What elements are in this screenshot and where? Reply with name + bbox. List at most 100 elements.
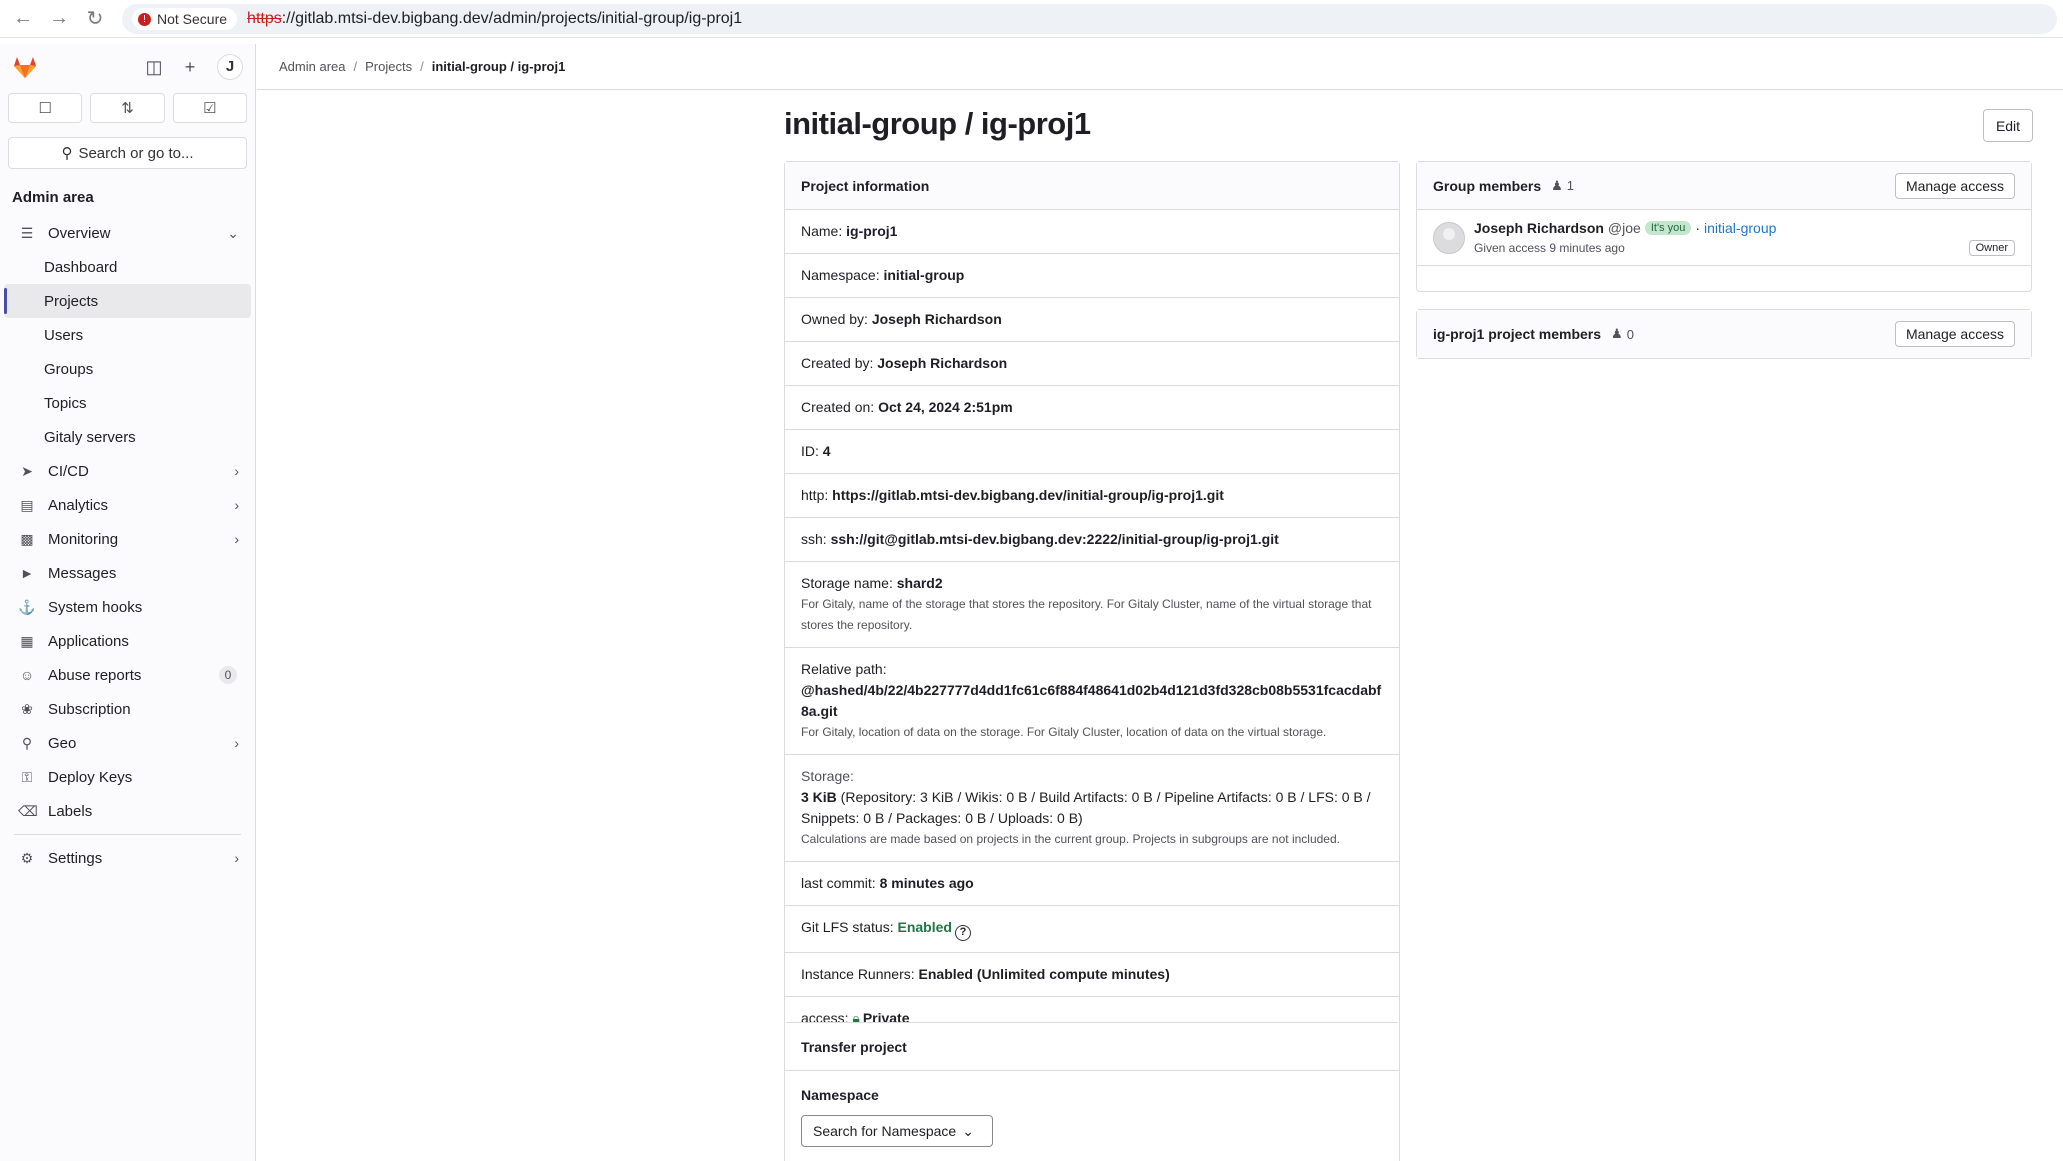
manage-access-button[interactable]: Manage access: [1894, 321, 2015, 347]
sidebar-item-label: Subscription: [48, 700, 131, 718]
group-link[interactable]: initial-group: [1704, 220, 1776, 236]
sidebar-item-users[interactable]: Users: [4, 318, 251, 352]
sidebar-item-label: Geo: [48, 734, 77, 752]
ssh-url[interactable]: ssh://git@gitlab.mtsi-dev.bigbang.dev:22…: [831, 531, 1279, 547]
sidebar-item-gitaly-servers[interactable]: Gitaly servers: [4, 420, 251, 454]
info-name: Name: ig-proj1: [785, 210, 1399, 254]
sidebar-item-system-hooks[interactable]: ⚓ System hooks: [4, 590, 251, 624]
storage-detail: (Repository: 3 KiB / Wikis: 0 B / Build …: [801, 789, 1371, 826]
breadcrumb-current[interactable]: initial-group / ig-proj1: [432, 59, 566, 74]
member-handle: @joe: [1607, 220, 1641, 236]
issues-button[interactable]: ☐: [8, 93, 83, 123]
sidebar-header: ◫ + J: [0, 44, 255, 89]
chevron-down-icon: ⌄: [227, 224, 239, 241]
sidebar-item-label: Monitoring: [48, 530, 119, 548]
sidebar-item-subscription[interactable]: ❀ Subscription: [4, 692, 251, 726]
manage-access-button[interactable]: Manage access: [1894, 172, 2015, 199]
help-text: For Gitaly, name of the storage that sto…: [801, 597, 1372, 632]
namespace-dropdown[interactable]: Search for Namespace ⌄: [801, 1115, 993, 1147]
info-label: Owned by:: [801, 311, 868, 327]
transfer-project-card: Transfer project Namespace Search for Na…: [784, 1022, 1400, 1161]
edit-button[interactable]: Edit: [1983, 109, 2033, 142]
info-value: Enabled (Unlimited compute minutes): [918, 966, 1170, 982]
info-label: Instance Runners:: [801, 966, 915, 982]
sidebar-section-title: Admin area: [12, 189, 94, 206]
avatar[interactable]: [1433, 222, 1465, 254]
sidebar-item-monitoring[interactable]: ▩ Monitoring ›: [4, 522, 251, 556]
chevron-right-icon: ›: [234, 531, 239, 547]
back-icon[interactable]: ←: [5, 0, 41, 38]
info-label: Namespace:: [801, 267, 880, 283]
breadcrumb-projects[interactable]: Projects: [365, 59, 412, 74]
sidebar-item-label: Applications: [48, 632, 129, 650]
gear-icon: ⚙: [20, 849, 34, 866]
breadcrumb-separator: /: [420, 59, 424, 74]
reload-icon[interactable]: ↻: [77, 0, 113, 38]
sidebar-item-label: Messages: [48, 564, 117, 582]
sidebar-item-label: Deploy Keys: [48, 768, 133, 786]
sidebar-item-geo[interactable]: ⚲ Geo ›: [4, 726, 251, 760]
sidebar-item-labels[interactable]: ⌫ Labels: [4, 794, 251, 828]
member-name[interactable]: Joseph Richardson: [1474, 220, 1604, 236]
sidebar-item-dashboard[interactable]: Dashboard: [4, 250, 251, 284]
info-value: Oct 24, 2024 2:51pm: [878, 399, 1013, 415]
sidebar-item-messages[interactable]: ► Messages: [4, 556, 251, 590]
sidebar-item-cicd[interactable]: ➤ CI/CD ›: [4, 454, 251, 488]
bullhorn-icon: ►: [20, 565, 34, 581]
sidebar-item-label: Analytics: [48, 496, 109, 514]
its-you-badge: It's you: [1644, 221, 1692, 235]
sidebar-item-settings[interactable]: ⚙ Settings ›: [4, 841, 251, 875]
sidebar-item-projects[interactable]: Projects: [4, 284, 251, 318]
sidebar: ◫ + J ☐ ⇅ ☑ ⚲ Search or go to... Admin a…: [0, 44, 256, 1161]
info-value: ig-proj1: [846, 223, 898, 239]
sidebar-item-deploy-keys[interactable]: ⚿ Deploy Keys: [4, 760, 251, 794]
chevron-right-icon: ›: [234, 497, 239, 513]
info-ssh: ssh: ssh://git@gitlab.mtsi-dev.bigbang.d…: [785, 518, 1399, 562]
question-icon[interactable]: ?: [954, 925, 971, 941]
user-avatar[interactable]: J: [217, 53, 243, 80]
info-relative-path: Relative path: @hashed/4b/22/4b227777d4d…: [785, 648, 1399, 755]
gitlab-logo-icon[interactable]: [12, 54, 38, 80]
member-count-value: 0: [1626, 326, 1634, 342]
plus-icon[interactable]: +: [181, 58, 199, 76]
sidebar-toggle-icon[interactable]: ◫: [145, 58, 163, 76]
merge-requests-button[interactable]: ⇅: [90, 93, 165, 123]
info-value: shard2: [896, 575, 943, 591]
info-value: Joseph Richardson: [871, 311, 1002, 327]
member-count: ♟ 1: [1551, 178, 1574, 194]
todos-button[interactable]: ☑: [172, 93, 247, 123]
group-members-card: Group members ♟ 1 Manage access Joseph Ri…: [1416, 161, 2032, 292]
sidebar-item-analytics[interactable]: ▤ Analytics ›: [4, 488, 251, 522]
info-namespace: Namespace: initial-group: [785, 254, 1399, 298]
info-value: 4: [822, 443, 831, 459]
sidebar-item-topics[interactable]: Topics: [4, 386, 251, 420]
info-http: http: https://gitlab.mtsi-dev.bigbang.de…: [785, 474, 1399, 518]
sidebar-item-label: Overview: [48, 224, 111, 242]
label-icon: ⌫: [18, 802, 38, 819]
info-storage-name: Storage name: shard2 For Gitaly, name of…: [785, 562, 1399, 648]
sidebar-item-applications[interactable]: ▦ Applications: [4, 624, 251, 658]
dropdown-label: Search for Namespace: [813, 1123, 957, 1139]
security-indicator[interactable]: ! Not Secure: [132, 8, 238, 30]
info-id: ID: 4: [785, 430, 1399, 474]
apps-icon: ▦: [20, 632, 34, 649]
security-label: Not Secure: [157, 11, 228, 27]
warning-icon: !: [138, 12, 151, 26]
url-text: ://gitlab.mtsi-dev.bigbang.dev/admin/pro…: [281, 10, 743, 27]
sidebar-item-abuse-reports[interactable]: ☺ Abuse reports 0: [4, 658, 251, 692]
project-members-card: ig-proj1 project members ♟ 0 Manage acces…: [1416, 309, 2032, 359]
sidebar-item-groups[interactable]: Groups: [4, 352, 251, 386]
sidebar-divider: [14, 834, 241, 835]
http-url[interactable]: https://gitlab.mtsi-dev.bigbang.dev/init…: [832, 487, 1224, 503]
forward-icon[interactable]: →: [41, 0, 77, 38]
sidebar-item-overview[interactable]: ☰ Overview ⌄: [4, 216, 251, 250]
sidebar-item-label: Settings: [48, 849, 103, 867]
help-text: For Gitaly, location of data on the stor…: [801, 725, 1327, 739]
search-button[interactable]: ⚲ Search or go to...: [8, 137, 247, 169]
search-label: Search or go to...: [78, 144, 194, 162]
merge-request-icon: ⇅: [121, 100, 134, 117]
breadcrumb-admin-area[interactable]: Admin area: [279, 59, 345, 74]
project-info-card: Project information Name: ig-proj1 Names…: [784, 161, 1400, 1041]
info-label: Storage:: [801, 768, 854, 784]
address-bar[interactable]: ! Not Secure https://gitlab.mtsi-dev.big…: [122, 4, 2057, 34]
